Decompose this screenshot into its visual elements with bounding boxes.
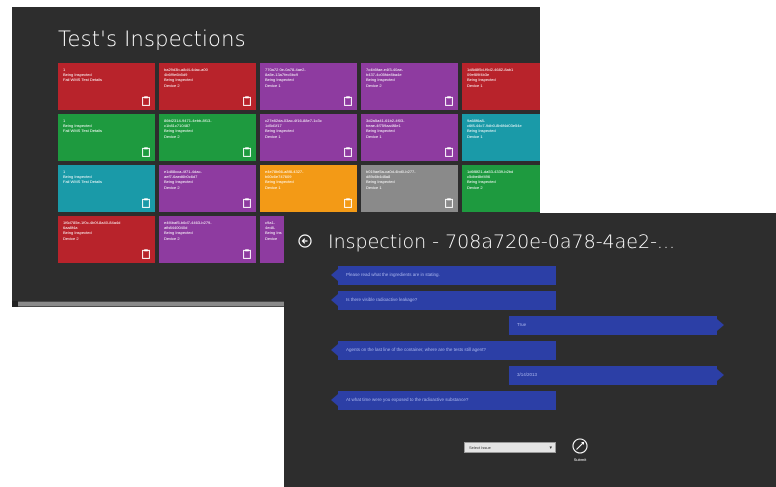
issue-select[interactable]: Select Issue ▾ [464,442,556,453]
question-bubble: Is there visible radioactive leakage? [331,291,556,310]
inspection-tile[interactable]: 1d6f8f21-da53-4339-b2bd c5dbe8bf496 Being … [462,165,540,212]
bubble-tail [717,369,724,381]
clipboard-icon [142,96,150,106]
message-text: At what time were you exposed to the rad… [346,397,469,402]
clipboard-icon [243,96,251,106]
tile-text-line: Device 1 [366,133,382,139]
bubble-tail [331,294,338,306]
inspection-tile[interactable]: 770a72 0e-0a78-4ae2- 8a5e-13a7fec5bc9 Bein… [260,63,357,110]
clipboard-icon [243,147,251,157]
tile-text-line: Fail WMS Test Details [63,179,103,185]
tile-text-line: Device 2 [164,82,180,88]
inspection-tile[interactable]: 86fd2314-9471-4ebb-8f13- c1b81c710487 Bein… [159,114,256,161]
page-title: Inspection - 708a720e-0a78-4ae2-... [328,231,676,253]
question-bubble: Please read what the ingredients are in … [331,266,556,285]
tile-text-line: Fail WMS Test Details [63,77,103,83]
tile-text-line: Device 1 [467,133,483,139]
tile-text-line: Device 2 [467,184,483,190]
bubble-tail [331,344,338,356]
tile-text-line: Device 2 [63,235,79,241]
question-bubble: Agents on the last line of the container… [331,341,556,360]
message-text: Agents on the last line of the container… [346,347,486,352]
inspection-window: Inspection - 708a720e-0a78-4ae2-... Plea… [284,213,776,487]
tile-text-line: Device 1 [265,82,281,88]
inspection-tile[interactable]: 3d2a5a41-61b2-4f03- beae-4f759aa4f8e1 Bein… [361,114,458,161]
message-text: Please read what the ingredients are in … [346,272,440,277]
clipboard-icon [445,96,453,106]
clipboard-icon [445,147,453,157]
clipboard-icon [142,198,150,208]
clipboard-icon [142,249,150,259]
inspection-tile[interactable]: 1f6d785e-1f0c-4b0f-8a40-84a4d 6aa8f4a Bein… [58,216,155,263]
message-text: Is there visible radioactive leakage? [346,297,418,302]
bubble-tail [331,394,338,406]
submit-icon[interactable] [572,438,588,454]
clipboard-icon [344,96,352,106]
inspection-tile[interactable]: c27e82da-03ac-4f16-88e7-1c3c 1d5d1f17 Bein… [260,114,357,161]
tile-text-line: Fail WMS Test Details [63,128,103,134]
message-text: 3/14/2013 [517,372,538,377]
clipboard-icon [243,249,251,259]
inspection-tile[interactable]: ba29d3b-a8d4-4dac-a00 4b6f9e6b5d9 Being In… [159,63,256,110]
clipboard-icon [243,198,251,208]
back-arrow-icon[interactable] [298,234,312,248]
inspection-tile[interactable]: b019ae5a-ca0d-4bd0-b277- d89c6b4d8a8 Being… [361,165,458,212]
submit-label: Submit [573,457,587,462]
inspection-tile[interactable]: e1d88cca-4f71-4dac-aef7-6aed6b0c6d7 Being… [159,165,256,212]
inspection-tile[interactable]: 1d8d8f5d-f9d2-4682-8ab1 09ef89f4b3e Being … [462,63,540,110]
tile-text-line: Device 1 [265,133,281,139]
answer-bubble[interactable]: 3/14/2013 [509,366,724,385]
bubble-tail [331,269,338,281]
question-bubble: At what time were you exposed to the rad… [331,391,556,410]
issue-select-value: Select Issue [469,445,491,450]
tile-text-line: Device 1 [265,184,281,190]
inspection-tile[interactable]: 7c4b5fae-e4f3-40ae-b437-4c05fde8ba4e Bein… [361,63,458,110]
tile-text-line: Device 1 [366,184,382,190]
tile-text-line: Device 2 [164,235,180,241]
inspection-tile[interactable]: 1 Being Inspected Fail WMS Test Details [58,114,155,161]
inspection-tile[interactable]: 9a68f6a8- c6f8-44c7-9db0-8b6f4d03e54e Bein… [462,114,540,161]
tile-text-line: Device 2 [366,82,382,88]
chevron-down-icon: ▾ [549,445,552,451]
inspection-tile[interactable]: 1 Being Inspected Fail WMS Test Details [58,63,155,110]
inspection-tile[interactable]: e4e78b66-a8f8-4327- b60c6e747609 Being Ins… [260,165,357,212]
inspection-tile[interactable]: 1 Being Inspected Fail WMS Test Details [58,165,155,212]
bubble-tail [717,319,724,331]
inspection-tile[interactable]: e4f4baf5-b6d7-4463-b279- afb8440040d Being… [159,216,256,263]
tile-text-line: Device 1 [467,82,483,88]
page-title: Test's Inspections [58,27,246,51]
clipboard-icon [445,198,453,208]
answer-bubble[interactable]: True [509,316,724,335]
clipboard-icon [142,147,150,157]
clipboard-icon [344,147,352,157]
tile-text-line: Device 2 [164,133,180,139]
message-text: True [517,322,527,327]
clipboard-icon [344,198,352,208]
tile-text-line: Device 2 [164,184,180,190]
